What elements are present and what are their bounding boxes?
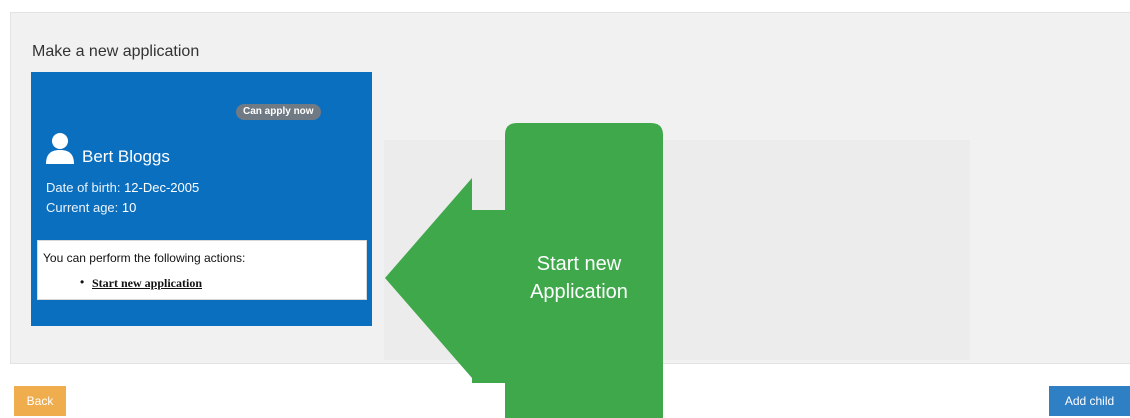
current-age: Current age: 10 xyxy=(46,200,136,215)
dob-value: 12-Dec-2005 xyxy=(124,180,200,195)
actions-heading: You can perform the following actions: xyxy=(43,251,246,265)
section-title: Make a new application xyxy=(32,43,200,60)
callout-line-1: Start new xyxy=(536,253,622,275)
user-icon xyxy=(46,133,74,164)
callout-line-2: Application xyxy=(530,281,628,303)
dob-label: Date of birth: xyxy=(46,180,121,195)
date-of-birth: Date of birth: 12-Dec-2005 xyxy=(46,180,199,195)
child-name: Bert Bloggs xyxy=(82,147,170,166)
status-badge: Can apply now xyxy=(236,104,321,120)
back-button[interactable]: Back xyxy=(14,386,66,416)
age-value: 10 xyxy=(121,200,137,215)
callout-label: Start new Application xyxy=(495,250,663,306)
start-new-application-link[interactable]: Start new application xyxy=(92,276,202,291)
bullet-icon: • xyxy=(80,275,85,289)
age-label: Current age: xyxy=(46,200,119,215)
actions-box: You can perform the following actions: •… xyxy=(37,240,367,300)
add-child-button[interactable]: Add child xyxy=(1049,386,1130,416)
